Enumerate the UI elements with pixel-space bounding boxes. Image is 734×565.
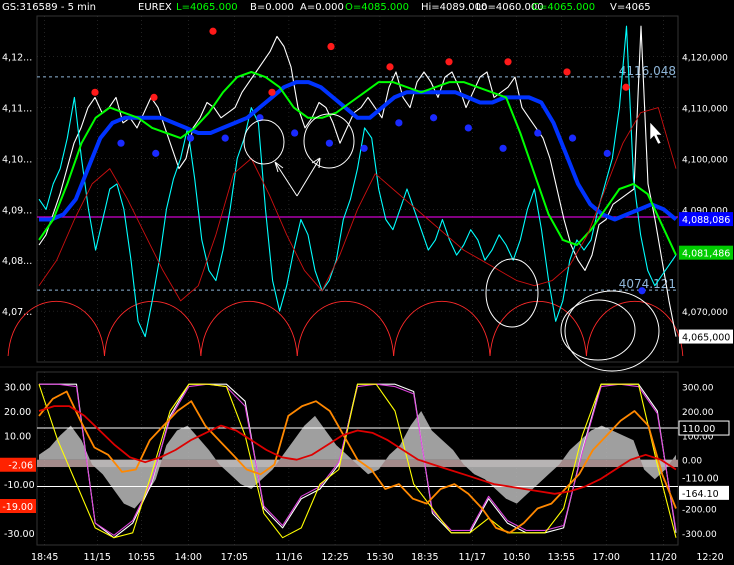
osc-tick-left: -30.00 [4,529,35,540]
osc-tick-left: 20.00 [4,407,31,418]
time-tick: 18:35 [411,552,438,563]
time-tick: 17:05 [221,552,248,563]
signal-dot-blue [638,287,646,295]
osc-badge-right: -110.00 [679,470,729,485]
price-tick-left: 4,08... [2,256,32,267]
time-tick: 11/20 [650,552,677,563]
price-tick-left: 4,12... [2,53,32,64]
price-badge: 4,088,086 [679,212,733,227]
series-cycle [38,107,677,302]
price-tick-left: 4,07... [2,307,32,318]
osc-tick-right: -200.00 [682,505,717,515]
time-tick: 11/15 [84,552,111,563]
osc-tick-right: -300.00 [682,530,717,540]
signal-dot-blue [152,149,160,157]
price-tick-right: 4,110,000 [682,105,728,115]
signal-dot-red [445,58,453,66]
signal-dot-red [386,63,394,71]
osc-badge-right: 110.00 [678,420,730,436]
price-tick-right: 4,070,000 [682,308,728,318]
time-tick: 10:50 [503,552,530,563]
price-badge-text: 4,081,486 [682,249,730,260]
arrow-right [296,157,321,197]
signal-dot-blue [499,144,507,152]
signal-dot-red [209,27,217,35]
chart-canvas[interactable]: 4,12... 4,11... 4,10... 4,09... 4,08... 4,07.… [0,0,734,565]
signal-dot-red [150,93,158,102]
signal-dot-blue [117,139,125,147]
time-tick: 12:20 [696,552,723,563]
signal-dot-blue [430,114,438,122]
time-tick: 11/16 [275,552,302,563]
time-tick: 18:45 [31,552,58,563]
arrow-left [274,161,298,197]
time-tick: 10:55 [128,552,155,563]
highlight-ellipse [485,258,539,328]
price-tick-right: 4,120,000 [682,54,728,64]
osc-badge-left-text: -2.06 [8,461,33,472]
price-tick-right: 4,100,000 [682,155,728,165]
annotations [243,113,663,372]
osc-badge-right-text: -110.00 [682,473,719,484]
osc-badge-left-text: -19.00 [2,502,33,513]
signal-dot-blue [325,139,333,147]
signal-dot-blue [186,134,195,142]
osc-badge-right: -164.10 [679,485,729,500]
time-tick: 11/17 [459,552,486,563]
signal-dot-red [622,83,630,91]
signal-dot-red [327,42,335,51]
price-badge-text: 4,088,086 [682,215,730,226]
highlight-ellipse [564,290,660,372]
time-tick: 12:25 [321,552,348,563]
cycle-arc [296,300,395,357]
osc-tick-left: -10.00 [4,480,35,491]
signal-dot-blue [534,129,542,137]
oscillator-panel[interactable]: 30.00 20.00 10.00 -10.00 -30.00 300.00 200.00 1… [0,372,730,545]
osc-tick-right: 0.00 [682,457,702,467]
signal-dot-red [268,88,276,96]
osc-tick-left: 10.00 [4,431,31,442]
signal-dot-blue [291,129,299,137]
osc-badge-left: -19.00 [0,499,36,514]
price-tick-left: 4,11... [2,104,32,115]
osc-tick-right: 300.00 [682,384,714,394]
signal-dot-blue [464,124,472,132]
highlight-ellipse [243,119,285,165]
price-tick-left: 4,10... [2,154,32,165]
signal-dot-blue [360,144,368,152]
series-slow [39,80,678,222]
time-tick: 13:55 [548,552,575,563]
cycle-arc [200,300,298,357]
signal-dot-blue [395,119,403,127]
osc-badge-right-text: 110.00 [682,424,715,435]
osc-badge-right-text: -164.10 [682,489,719,500]
level-label: 4116.048 [619,64,676,78]
price-panel[interactable]: 4,12... 4,11... 4,10... 4,09... 4,08... 4,07.… [2,16,733,362]
cycle-arc [393,300,491,357]
mouse-cursor-icon [649,121,663,145]
osc-tick-left: 30.00 [4,383,31,394]
time-tick: 14:00 [175,552,202,563]
osc-badge-left: -2.06 [0,457,36,472]
osc-tick-right: 200.00 [682,408,714,418]
time-tick: 17:00 [593,552,620,563]
cycle-arc [104,300,202,357]
price-badge-text: 4,065,000 [682,333,730,344]
time-axis: 18:45 11/15 10:55 14:00 17:05 11/16 12:25 15:30… [31,552,724,563]
signal-dot-blue [221,134,229,142]
signal-dot-red [504,58,512,66]
series-medium [38,71,677,256]
signal-dot-blue [603,149,611,157]
signal-dot-red [563,68,571,76]
price-tick-left: 4,09... [2,205,32,216]
signal-dot-blue [568,134,577,142]
price-badge: 4,065,000 [679,329,733,344]
signal-dot-red [91,88,99,96]
price-badge: 4,081,486 [679,245,733,260]
chart-window: GS:316589 - 5 min EUREX L=4065.000 B=0.0… [0,0,734,565]
time-tick: 15:30 [366,552,393,563]
